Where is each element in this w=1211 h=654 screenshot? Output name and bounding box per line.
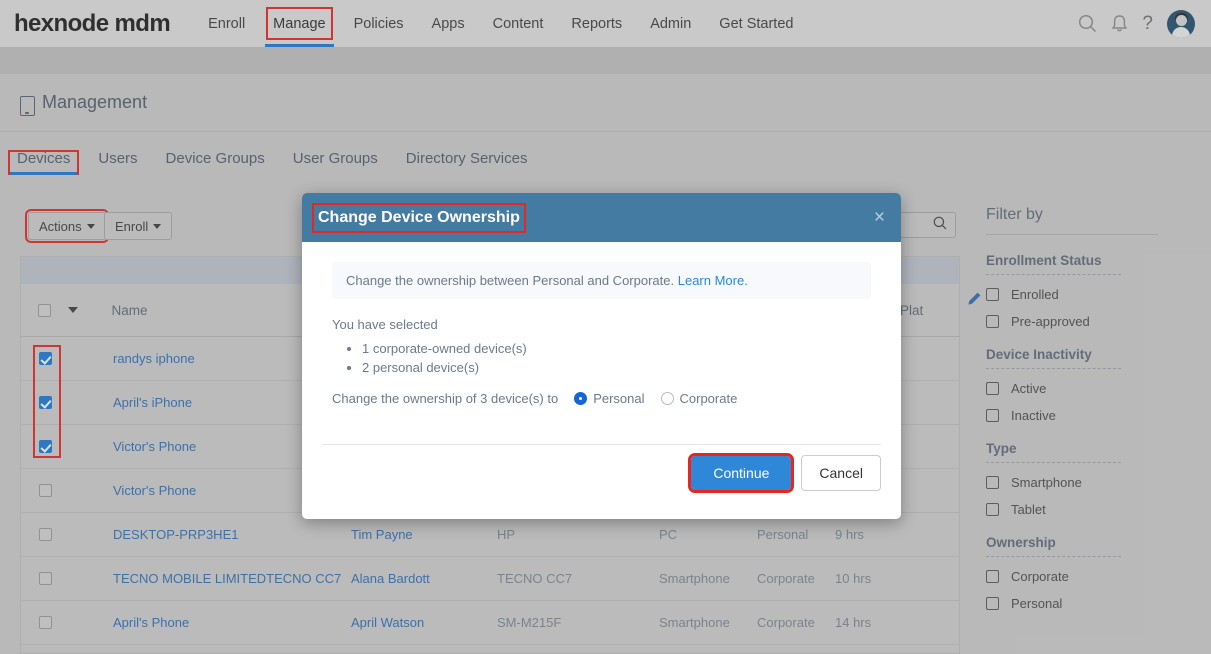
- ownership-choice-row: Change the ownership of 3 device(s) to P…: [332, 391, 871, 406]
- dialog-info-text: Change the ownership between Personal an…: [346, 273, 675, 288]
- dialog-info-bar: Change the ownership between Personal an…: [332, 262, 871, 299]
- list-item: 2 personal device(s): [362, 360, 871, 375]
- dialog-title: Change Device Ownership: [312, 202, 526, 233]
- dialog-footer-divider: [322, 444, 881, 445]
- change-device-ownership-dialog: Change Device Ownership × Change the own…: [302, 193, 901, 519]
- radio-option-personal[interactable]: Personal: [574, 391, 645, 406]
- learn-more-link[interactable]: Learn More.: [678, 273, 748, 288]
- radio-option-corporate[interactable]: Corporate: [660, 391, 738, 406]
- cancel-button[interactable]: Cancel: [801, 455, 881, 491]
- continue-button[interactable]: Continue: [688, 453, 795, 493]
- radio-personal[interactable]: [574, 392, 588, 405]
- ownership-choice-label: Change the ownership of 3 device(s) to: [332, 391, 559, 406]
- dialog-header: Change Device Ownership ×: [302, 193, 901, 242]
- list-item: 1 corporate-owned device(s): [362, 341, 871, 356]
- radio-label-corporate: Corporate: [679, 391, 738, 406]
- dialog-body: Change the ownership between Personal an…: [302, 242, 901, 406]
- selection-summary-label: You have selected: [332, 317, 438, 332]
- dialog-footer: Continue Cancel: [688, 453, 881, 493]
- radio-label-personal: Personal: [593, 391, 645, 406]
- app-root: hexnode mdm Enroll Manage Policies Apps …: [0, 0, 1211, 654]
- selection-summary-list: 1 corporate-owned device(s) 2 personal d…: [332, 341, 871, 375]
- radio-corporate[interactable]: [660, 392, 674, 405]
- close-icon[interactable]: ×: [874, 208, 885, 227]
